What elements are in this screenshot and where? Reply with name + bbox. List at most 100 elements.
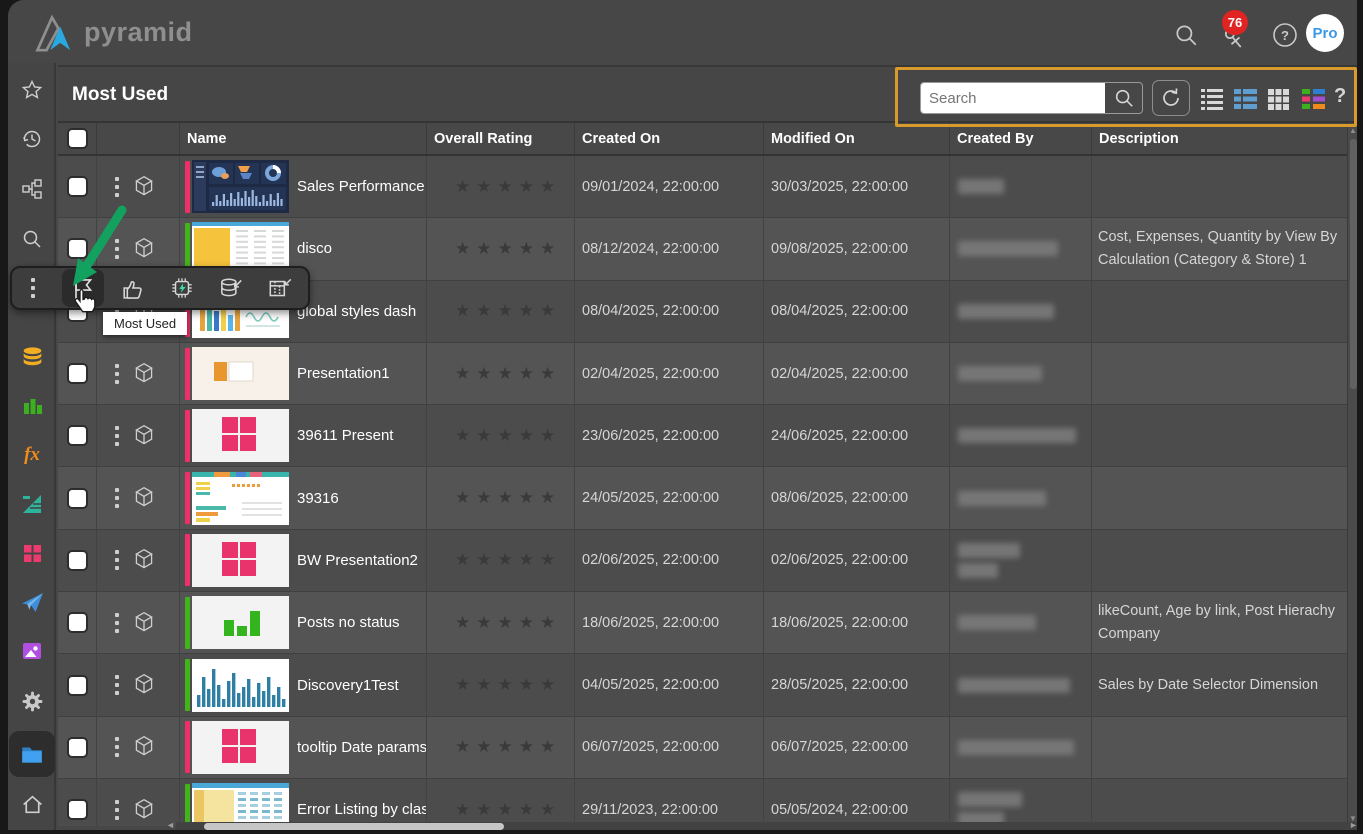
- row-menu-kebab-icon[interactable]: [115, 550, 119, 570]
- row-menu-kebab-icon[interactable]: [115, 488, 119, 508]
- pro-avatar[interactable]: Pro: [1306, 14, 1344, 52]
- row-checkbox[interactable]: [67, 238, 88, 259]
- column-modified-on[interactable]: Modified On: [764, 123, 950, 154]
- item-name[interactable]: tooltip Date params: [297, 739, 427, 756]
- rating-stars[interactable]: ★★★★★: [455, 613, 561, 633]
- flyout-table-arrow-icon[interactable]: [259, 269, 301, 307]
- sidebar-recent-history-icon[interactable]: [9, 117, 55, 161]
- model-cube-icon[interactable]: [131, 236, 157, 262]
- sidebar-illustrate-image-icon[interactable]: [9, 629, 55, 673]
- select-all-checkbox[interactable]: [67, 128, 88, 149]
- scroll-up-arrow[interactable]: ▲: [1348, 126, 1357, 135]
- sidebar-content-folder-icon[interactable]: [9, 732, 55, 776]
- vertical-scrollbar[interactable]: ▲ ▼: [1347, 123, 1357, 826]
- item-name[interactable]: disco: [297, 240, 332, 257]
- rating-stars[interactable]: ★★★★★: [455, 550, 561, 570]
- flyout-database-arrow-icon[interactable]: [210, 269, 252, 307]
- horizontal-scrollbar[interactable]: [176, 822, 1357, 830]
- model-cube-icon[interactable]: [131, 672, 157, 698]
- sidebar-model-database-icon[interactable]: [9, 335, 55, 379]
- model-cube-icon[interactable]: [131, 485, 157, 511]
- row-checkbox[interactable]: [67, 550, 88, 571]
- table-row[interactable]: BW Presentation2 ★★★★★ 02/06/2025, 22:00…: [58, 530, 1347, 592]
- item-name[interactable]: global styles dash: [297, 303, 416, 320]
- item-thumbnail[interactable]: [192, 783, 289, 826]
- rating-stars[interactable]: ★★★★★: [455, 364, 561, 384]
- rating-stars[interactable]: ★★★★★: [455, 239, 561, 259]
- topbar-search-icon[interactable]: [1170, 19, 1202, 51]
- flyout-likes-thumb-icon[interactable]: [111, 269, 153, 307]
- row-menu-kebab-icon[interactable]: [115, 177, 119, 197]
- column-overall-rating[interactable]: Overall Rating: [427, 123, 575, 154]
- rating-stars[interactable]: ★★★★★: [455, 177, 561, 197]
- row-menu-kebab-icon[interactable]: [115, 364, 119, 384]
- item-name[interactable]: 39611 Present: [297, 427, 393, 444]
- item-name[interactable]: Posts no status: [297, 614, 400, 631]
- sidebar-favorites-star-icon[interactable]: [9, 68, 55, 112]
- sidebar-present-grid-icon[interactable]: [9, 531, 55, 575]
- vertical-scroll-thumb[interactable]: [1350, 139, 1357, 389]
- table-row[interactable]: tooltip Date params ★★★★★ 06/07/2025, 22…: [58, 717, 1347, 779]
- rating-stars[interactable]: ★★★★★: [455, 800, 561, 820]
- rating-stars[interactable]: ★★★★★: [455, 426, 561, 446]
- horizontal-scroll-thumb[interactable]: [204, 823, 504, 830]
- row-menu-kebab-icon[interactable]: [115, 675, 119, 695]
- sidebar-discover-bars-icon[interactable]: [9, 384, 55, 428]
- list-view-icon[interactable]: [1199, 87, 1225, 111]
- column-created-by[interactable]: Created By: [950, 123, 1092, 154]
- model-cube-icon[interactable]: [131, 610, 157, 636]
- column-created-on[interactable]: Created On: [575, 123, 764, 154]
- row-checkbox[interactable]: [67, 799, 88, 820]
- item-thumbnail[interactable]: [192, 534, 289, 587]
- model-cube-icon[interactable]: [131, 547, 157, 573]
- sidebar-publish-plane-icon[interactable]: [9, 580, 55, 624]
- item-name[interactable]: BW Presentation2: [297, 552, 418, 569]
- grid-view-icon[interactable]: [1265, 87, 1291, 111]
- row-checkbox[interactable]: [67, 425, 88, 446]
- table-row[interactable]: Error Listing by class ★★★★★ 29/11/2023,…: [58, 779, 1347, 826]
- rating-stars[interactable]: ★★★★★: [455, 488, 561, 508]
- search-input[interactable]: [921, 83, 1105, 113]
- row-checkbox[interactable]: [67, 737, 88, 758]
- item-thumbnail[interactable]: [192, 596, 289, 649]
- detail-view-icon-active[interactable]: [1232, 87, 1258, 111]
- item-thumbnail[interactable]: [192, 721, 289, 774]
- topbar-help-icon[interactable]: ?: [1269, 19, 1301, 51]
- sidebar-hierarchy-icon[interactable]: [9, 167, 55, 211]
- item-name[interactable]: 39316: [297, 490, 339, 507]
- flyout-ai-chip-icon[interactable]: [161, 269, 203, 307]
- sidebar-home-icon[interactable]: [9, 782, 55, 826]
- row-checkbox[interactable]: [67, 612, 88, 633]
- table-row[interactable]: Discovery1Test ★★★★★ 04/05/2025, 22:00:0…: [58, 654, 1347, 716]
- item-thumbnail[interactable]: [192, 160, 289, 213]
- model-cube-icon[interactable]: [131, 797, 157, 823]
- table-row[interactable]: Presentation1 ★★★★★ 02/04/2025, 22:00:00…: [58, 343, 1347, 405]
- search-submit-button[interactable]: [1105, 83, 1142, 113]
- toolbar-help-icon[interactable]: ?: [1334, 85, 1346, 108]
- scroll-left-arrow[interactable]: ◄: [166, 820, 175, 830]
- row-checkbox[interactable]: [67, 675, 88, 696]
- row-checkbox[interactable]: [67, 176, 88, 197]
- column-name[interactable]: Name: [180, 123, 427, 154]
- rating-stars[interactable]: ★★★★★: [455, 675, 561, 695]
- table-row[interactable]: Posts no status ★★★★★ 18/06/2025, 22:00:…: [58, 592, 1347, 654]
- row-checkbox[interactable]: [67, 488, 88, 509]
- item-thumbnail[interactable]: [192, 347, 289, 400]
- sidebar-formulate-fx-icon[interactable]: fx: [9, 433, 55, 477]
- item-thumbnail[interactable]: [192, 659, 289, 712]
- row-menu-kebab-icon[interactable]: [115, 239, 119, 259]
- row-menu-kebab-icon[interactable]: [115, 613, 119, 633]
- item-thumbnail[interactable]: [192, 409, 289, 462]
- column-description[interactable]: Description: [1092, 123, 1347, 154]
- table-row[interactable]: 39316 ★★★★★ 24/05/2025, 22:00:00 08/06/2…: [58, 467, 1347, 529]
- flyout-most-used-flag-icon[interactable]: [62, 269, 104, 307]
- model-cube-icon[interactable]: [131, 734, 157, 760]
- flyout-more-kebab-icon[interactable]: [12, 269, 54, 307]
- item-name[interactable]: Error Listing by class: [297, 801, 427, 818]
- row-menu-kebab-icon[interactable]: [115, 800, 119, 820]
- scroll-right-arrow[interactable]: ►: [1349, 820, 1357, 830]
- item-name[interactable]: Presentation1: [297, 365, 390, 382]
- sidebar-admin-gear-icon[interactable]: [9, 679, 55, 723]
- row-checkbox[interactable]: [67, 363, 88, 384]
- model-cube-icon[interactable]: [131, 174, 157, 200]
